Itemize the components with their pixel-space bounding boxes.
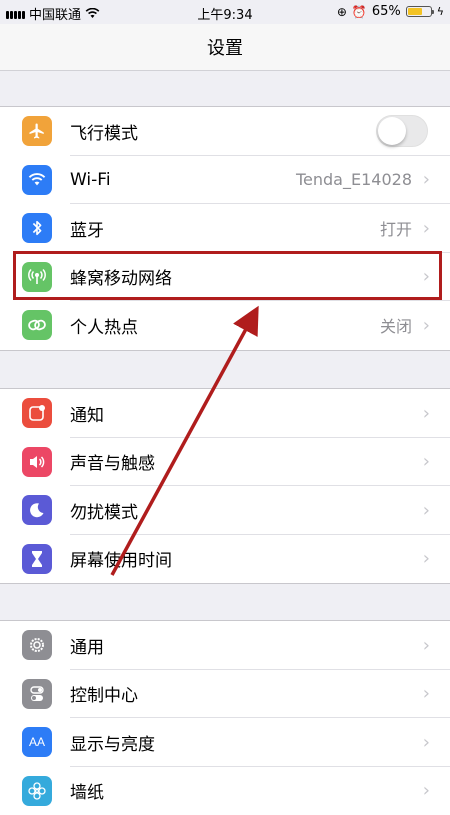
annotation-arrow <box>0 0 450 800</box>
